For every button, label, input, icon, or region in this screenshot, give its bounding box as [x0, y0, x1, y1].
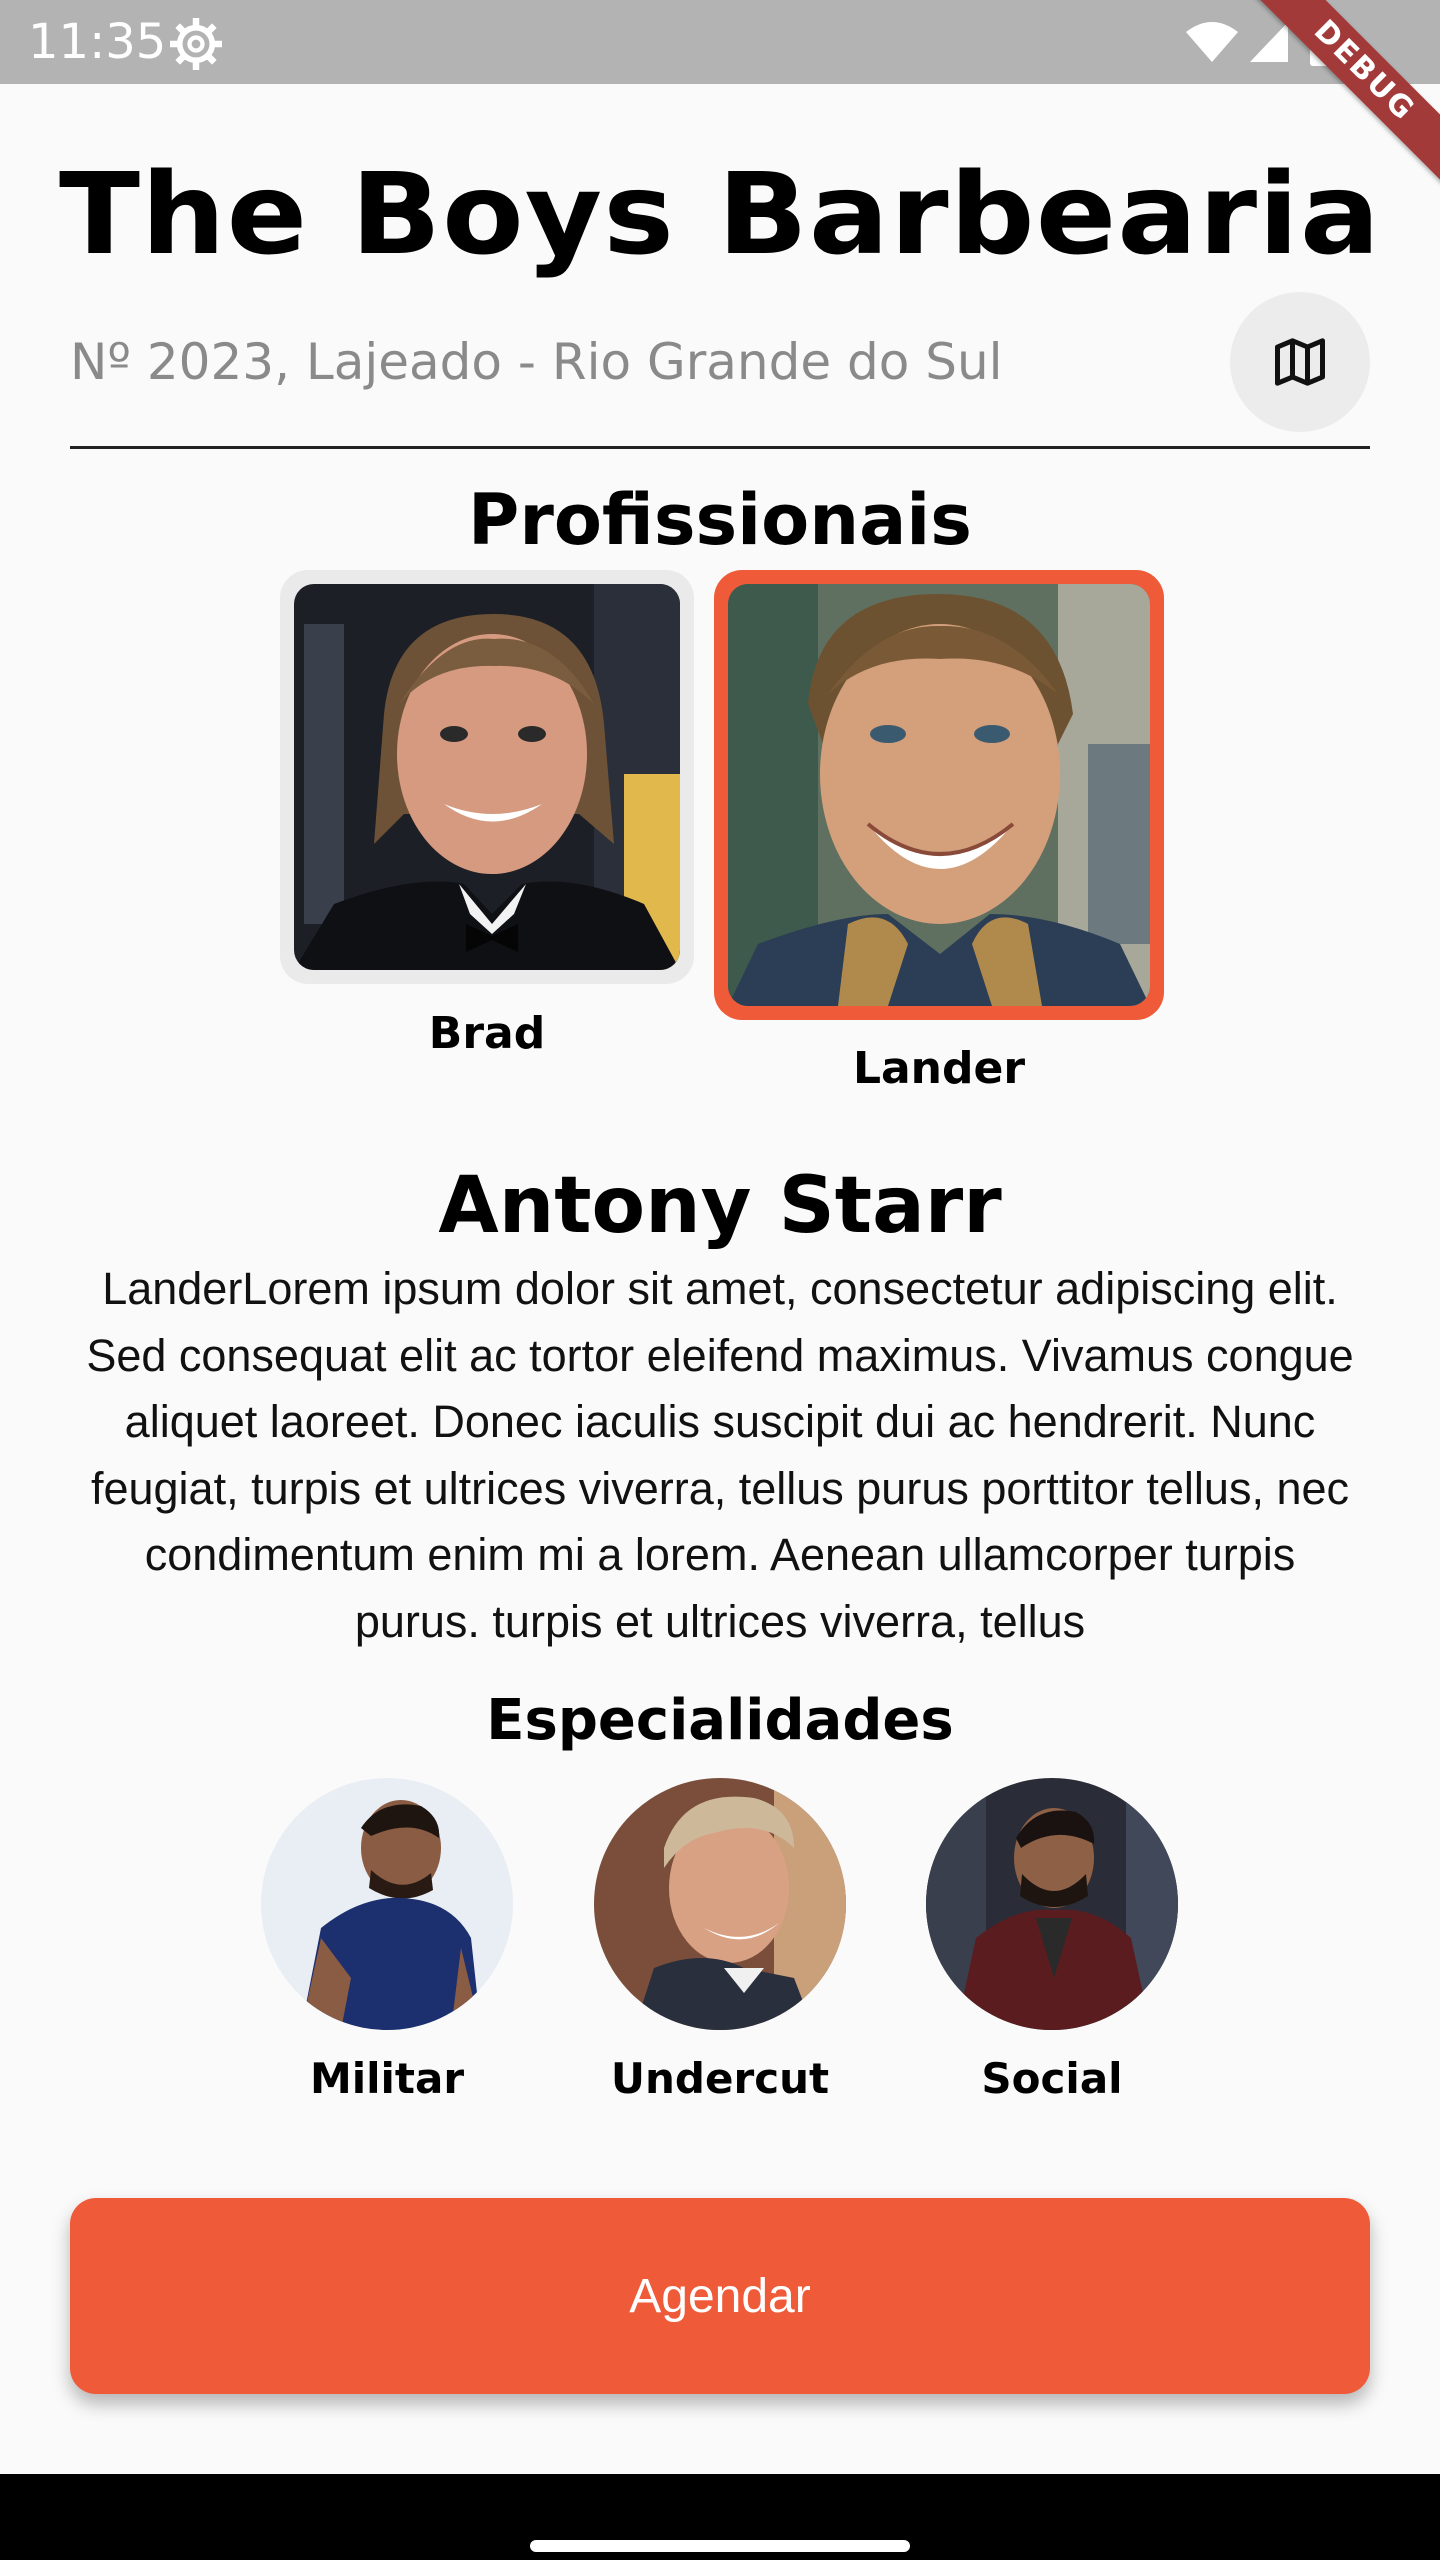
map-button[interactable]: [1230, 292, 1370, 432]
shop-address: Nº 2023, Lajeado - Rio Grande do Sul: [70, 333, 1003, 391]
shop-title: The Boys Barbearia: [59, 150, 1381, 280]
schedule-button[interactable]: Agendar: [70, 2198, 1370, 2394]
settings-gear-icon: [170, 18, 222, 70]
professional-photo-brad: [294, 584, 680, 970]
professional-description: LanderLorem ipsum dolor sit amet, consec…: [86, 1263, 1354, 1647]
specialty-photo-militar[interactable]: [261, 1778, 513, 2030]
professionals-title: Profissionais: [468, 479, 972, 561]
professional-name-lander: Lander: [852, 1043, 1026, 1094]
specialties-title: Especialidades: [486, 1688, 954, 1753]
signal-icon: [1250, 22, 1288, 62]
map-icon: [1275, 338, 1325, 386]
status-bar: 11:35: [0, 0, 1440, 84]
specialty-label-militar: Militar: [309, 2054, 465, 2103]
header-divider: [70, 446, 1370, 449]
specialty-photo-undercut[interactable]: [594, 1778, 846, 2030]
wifi-icon: [1186, 22, 1238, 62]
specialty-photo-social[interactable]: [926, 1778, 1178, 2030]
professional-card-lander[interactable]: [714, 570, 1164, 1020]
professional-name-brad: Brad: [428, 1008, 546, 1059]
status-time: 11:35: [28, 14, 167, 70]
professional-full-name: Antony Starr: [438, 1161, 1002, 1251]
professional-card-brad[interactable]: [280, 570, 694, 984]
home-gesture-handle[interactable]: [530, 2540, 910, 2552]
specialty-label-undercut: Undercut: [610, 2054, 830, 2103]
professional-photo-lander: [728, 584, 1150, 1006]
specialty-label-social: Social: [981, 2054, 1123, 2103]
